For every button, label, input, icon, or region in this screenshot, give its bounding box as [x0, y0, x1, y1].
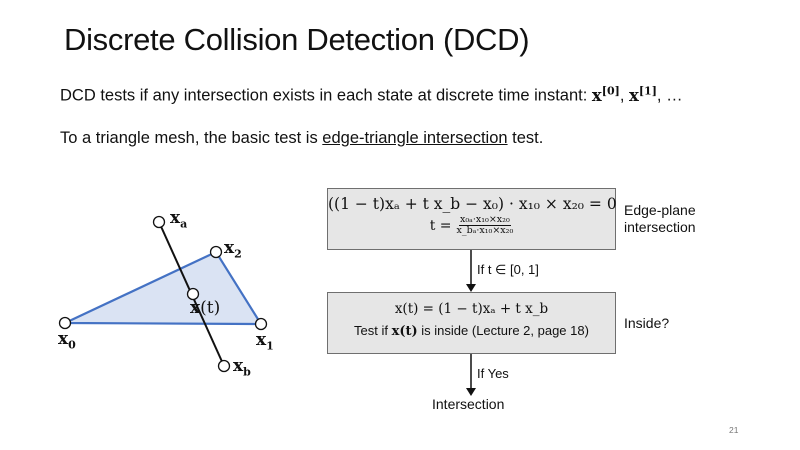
- edge-plane-box: ((1 − t)xₐ + t x_b − x₀) · x₁₀ × x₂₀ = 0…: [327, 188, 617, 250]
- condition-yes: If Yes: [477, 366, 509, 381]
- edge-plane-label-line2: intersection: [624, 219, 696, 235]
- inside-test-text: Test if x(t) is inside (Lecture 2, page …: [354, 323, 589, 339]
- vertex-x0: [58, 316, 72, 330]
- triangle: [64, 250, 263, 326]
- label-xa: xa: [170, 208, 188, 231]
- xt-equation: x(t) = (1 − t)xₐ + t x_b: [394, 301, 549, 317]
- label-xt: x(t): [190, 298, 221, 318]
- t-denominator: x_bₐ·x₁₀×x₂₀: [456, 225, 514, 236]
- flow-arrowhead-2: [466, 388, 476, 396]
- edge-plane-equation: ((1 − t)xₐ + t x_b − x₀) · x₁₀ × x₂₀ = 0: [328, 195, 617, 213]
- condition-t-range: If t ∈ [0, 1]: [477, 262, 539, 277]
- inside-label: Inside?: [624, 315, 670, 331]
- vertex-xb: [217, 359, 231, 373]
- t-fraction: x₀ₐ·x₁₀×x₂₀ x_bₐ·x₁₀×x₂₀: [457, 215, 514, 236]
- page-number: 21: [729, 425, 739, 435]
- label-xb: xb: [233, 356, 251, 379]
- vertex-x1: [254, 317, 268, 331]
- label-x2: x2: [224, 238, 242, 261]
- edge-plane-label: Edge-plane intersection: [624, 202, 696, 236]
- vertex-xa: [152, 215, 166, 229]
- vertex-x2: [209, 245, 223, 259]
- flow-arrowhead-1: [466, 284, 476, 292]
- intersection-result: Intersection: [432, 396, 505, 412]
- t-equals: t =: [429, 217, 452, 234]
- t-solution: t = x₀ₐ·x₁₀×x₂₀ x_bₐ·x₁₀×x₂₀: [328, 215, 615, 236]
- edge-plane-label-line1: Edge-plane: [624, 202, 696, 218]
- label-x1: x1: [256, 330, 274, 353]
- inside-test-box: x(t) = (1 − t)xₐ + t x_b Test if x(t) is…: [327, 292, 616, 354]
- label-x0: x0: [58, 329, 76, 352]
